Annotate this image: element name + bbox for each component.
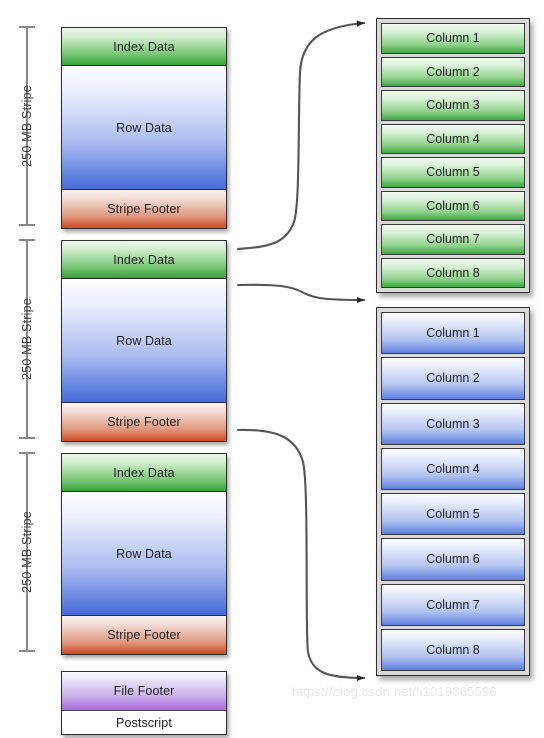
arrow-stripe2-index-to-row-columns bbox=[236, 283, 366, 304]
stripe-size-label: 250 MB Stripe bbox=[20, 85, 34, 167]
column-label: Column 8 bbox=[426, 265, 480, 280]
column-label: Column 4 bbox=[426, 461, 480, 476]
column-label: Column 1 bbox=[426, 326, 480, 341]
bracket-cap-bottom bbox=[19, 437, 35, 439]
stripe-1-row-data: Row Data bbox=[62, 66, 226, 190]
stripe-bracket-1: 250 MB Stripe bbox=[14, 26, 40, 226]
column-label: Column 5 bbox=[426, 165, 480, 180]
orc-file-layout-diagram: 250 MB Stripe 250 MB Stripe 250 MB Strip… bbox=[0, 0, 544, 738]
column-box: Column 6 bbox=[381, 190, 525, 221]
watermark-text: https://blog.csdn.net/li1019865596 bbox=[292, 684, 497, 699]
column-label: Column 7 bbox=[426, 232, 480, 247]
column-box: Column 5 bbox=[381, 493, 525, 536]
column-box: Column 8 bbox=[381, 628, 525, 671]
arrow-stripe2-index-to-index-columns bbox=[236, 20, 366, 251]
column-box: Column 4 bbox=[381, 123, 525, 154]
bracket-cap-bottom bbox=[19, 650, 35, 652]
arrow-stripe3-footer-to-row-columns bbox=[236, 428, 366, 682]
segment-label: Index Data bbox=[113, 465, 175, 480]
stripe-3: Index Data Row Data Stripe Footer bbox=[61, 453, 227, 655]
column-label: Column 5 bbox=[426, 507, 480, 522]
stripe-2: Index Data Row Data Stripe Footer bbox=[61, 240, 227, 442]
segment-label: File Footer bbox=[113, 684, 175, 698]
column-box: Column 1 bbox=[381, 23, 525, 54]
stripe-size-label: 250 MB Stripe bbox=[20, 511, 34, 593]
bracket-cap-top bbox=[19, 239, 35, 241]
column-box: Column 4 bbox=[381, 447, 525, 490]
column-box: Column 2 bbox=[381, 56, 525, 87]
stripe-2-index-data: Index Data bbox=[62, 241, 226, 279]
column-box: Column 3 bbox=[381, 402, 525, 445]
column-box: Column 3 bbox=[381, 90, 525, 121]
bracket-cap-top bbox=[19, 452, 35, 454]
column-label: Column 3 bbox=[426, 98, 480, 113]
column-box: Column 8 bbox=[381, 257, 525, 288]
stripe-bracket-2: 250 MB Stripe bbox=[14, 239, 40, 439]
column-box: Column 7 bbox=[381, 224, 525, 255]
index-column-group: Column 1 Column 2 Column 3 Column 4 Colu… bbox=[376, 18, 530, 293]
segment-label: Stripe Footer bbox=[107, 202, 181, 216]
column-label: Column 2 bbox=[426, 371, 480, 386]
bracket-cap-bottom bbox=[19, 224, 35, 226]
postscript: Postscript bbox=[62, 711, 226, 734]
segment-label: Row Data bbox=[116, 120, 172, 135]
file-footer: File Footer bbox=[62, 672, 226, 711]
stripe-1-index-data: Index Data bbox=[62, 28, 226, 66]
row-data-column-group: Column 1 Column 2 Column 3 Column 4 Colu… bbox=[376, 307, 530, 676]
column-box: Column 1 bbox=[381, 312, 525, 355]
segment-label: Row Data bbox=[116, 333, 172, 348]
column-box: Column 5 bbox=[381, 157, 525, 188]
stripe-3-row-data: Row Data bbox=[62, 492, 226, 616]
stripe-3-index-data: Index Data bbox=[62, 454, 226, 492]
segment-label: Postscript bbox=[116, 715, 172, 730]
stripe-bracket-3: 250 MB Stripe bbox=[14, 452, 40, 652]
stripe-1-stripe-footer: Stripe Footer bbox=[62, 190, 226, 228]
segment-label: Stripe Footer bbox=[107, 628, 181, 642]
column-label: Column 8 bbox=[426, 642, 480, 657]
column-label: Column 2 bbox=[426, 64, 480, 79]
column-label: Column 7 bbox=[426, 597, 480, 612]
stripe-2-row-data: Row Data bbox=[62, 279, 226, 403]
column-label: Column 6 bbox=[426, 552, 480, 567]
stripe-3-stripe-footer: Stripe Footer bbox=[62, 616, 226, 654]
segment-label: Index Data bbox=[113, 252, 175, 267]
segment-label: Index Data bbox=[113, 39, 175, 54]
column-box: Column 6 bbox=[381, 538, 525, 581]
segment-label: Row Data bbox=[116, 546, 172, 561]
file-tail-block: File Footer Postscript bbox=[61, 671, 227, 735]
bracket-cap-top bbox=[19, 26, 35, 28]
stripe-2-stripe-footer: Stripe Footer bbox=[62, 403, 226, 441]
column-label: Column 6 bbox=[426, 198, 480, 213]
column-box: Column 2 bbox=[381, 357, 525, 400]
stripe-1: Index Data Row Data Stripe Footer bbox=[61, 27, 227, 229]
column-label: Column 3 bbox=[426, 416, 480, 431]
segment-label: Stripe Footer bbox=[107, 415, 181, 429]
column-label: Column 4 bbox=[426, 131, 480, 146]
column-box: Column 7 bbox=[381, 583, 525, 626]
column-label: Column 1 bbox=[426, 31, 480, 46]
stripe-size-label: 250 MB Stripe bbox=[20, 298, 34, 380]
